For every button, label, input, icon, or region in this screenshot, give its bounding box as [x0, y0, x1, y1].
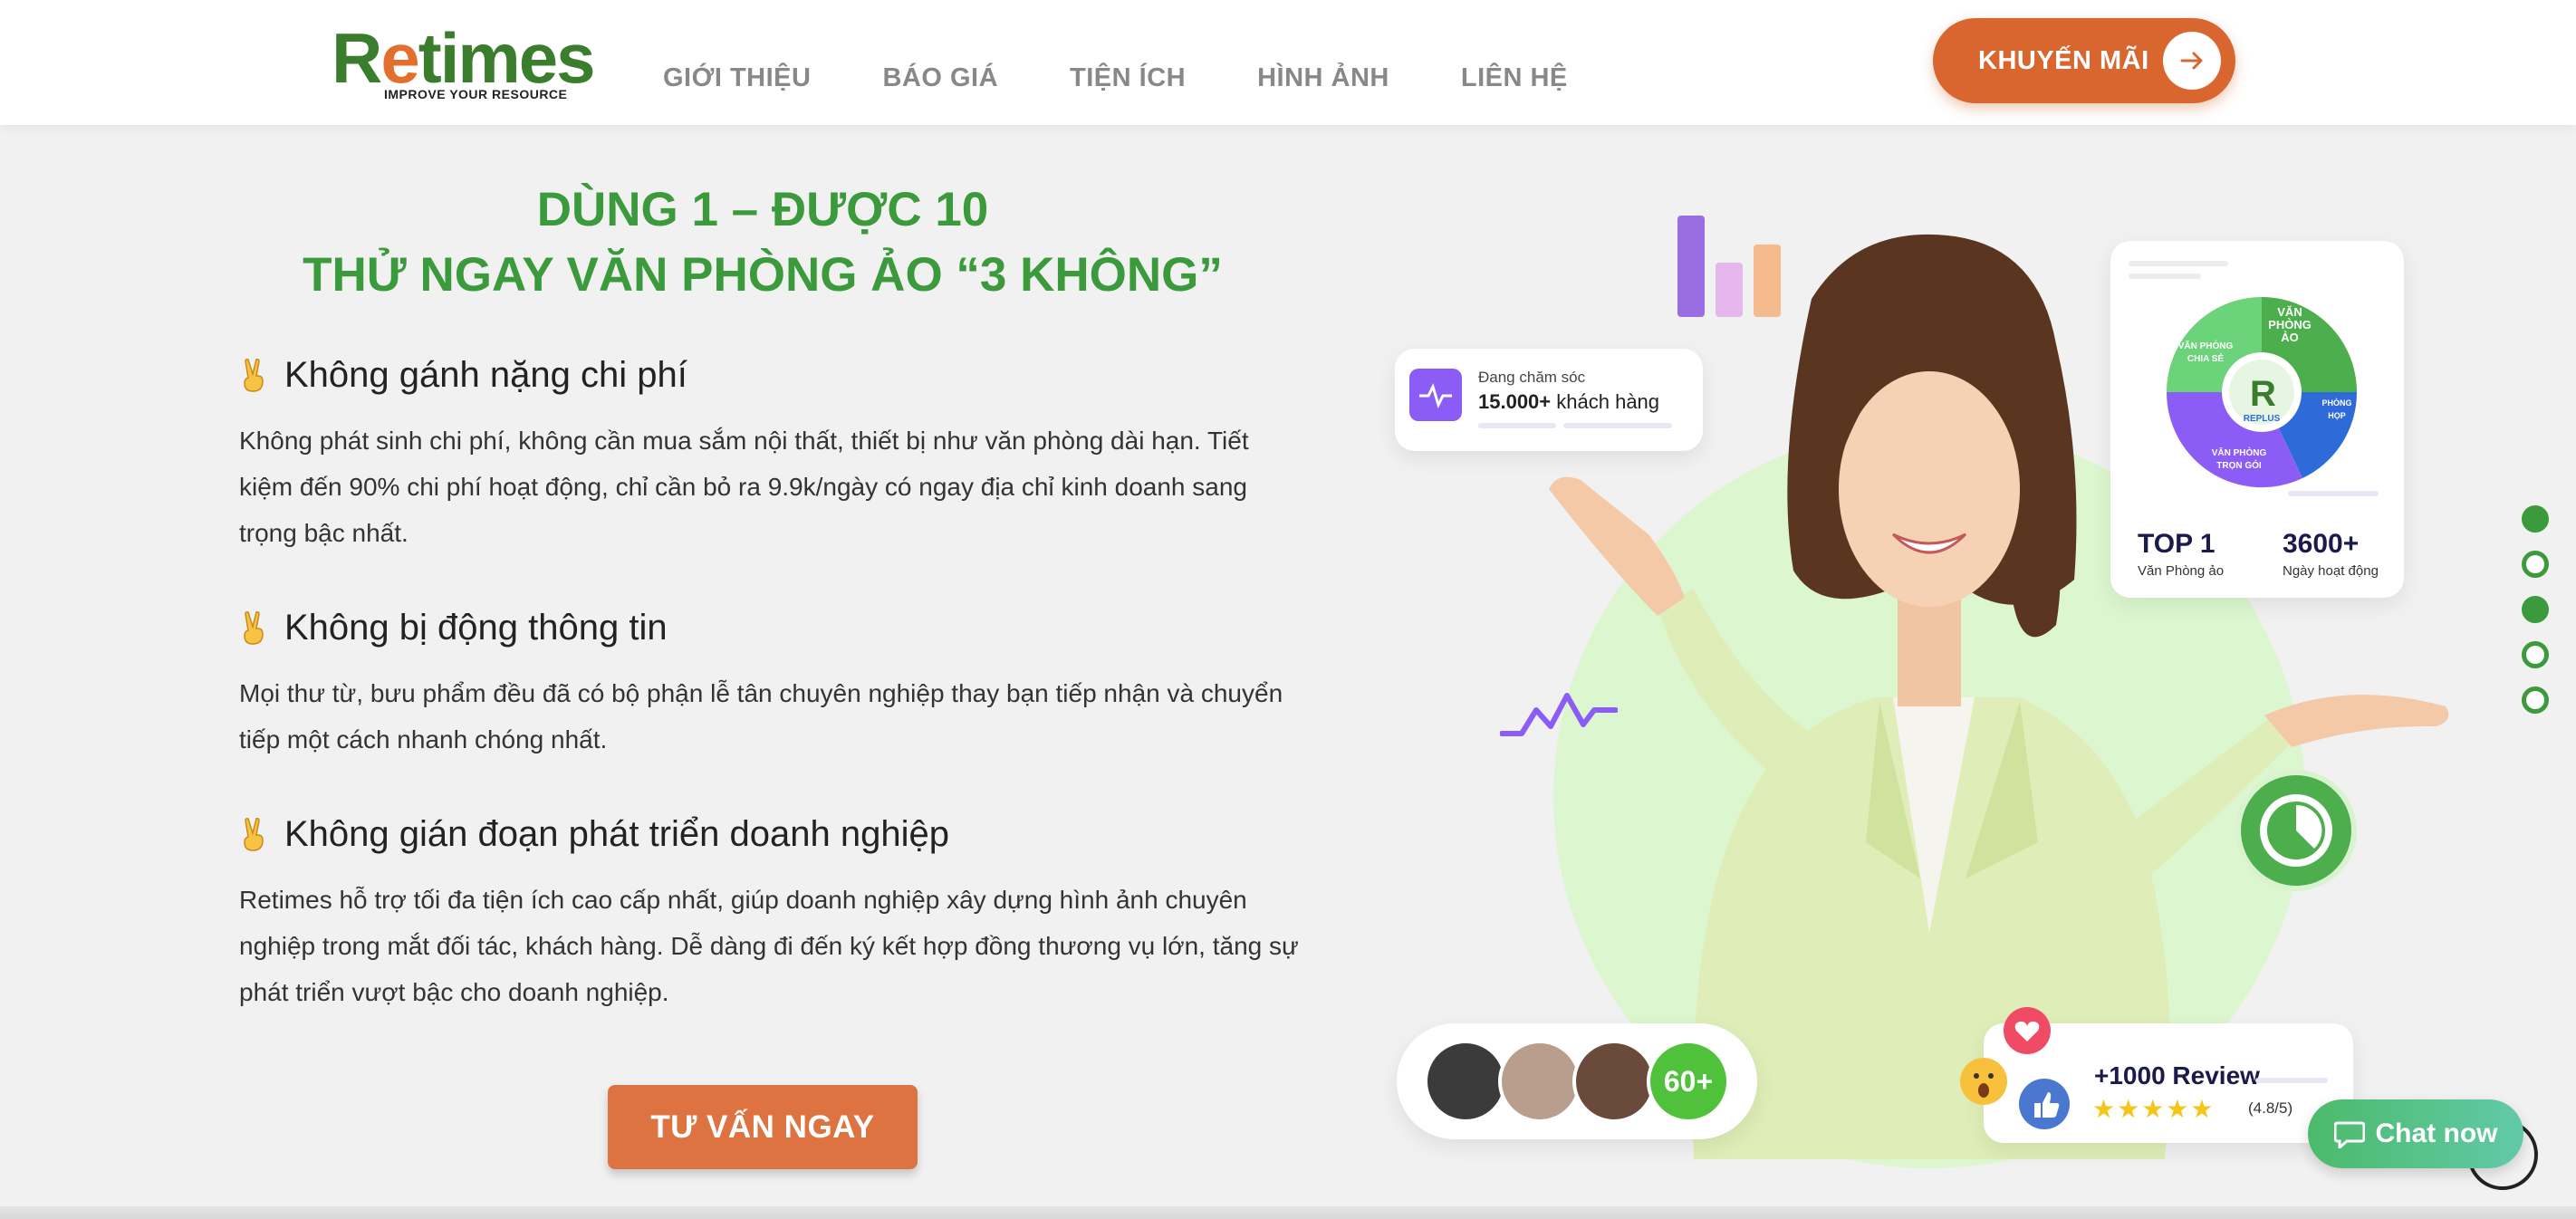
customer-care-card: Đang chăm sóc 15.000+ khách hàng [1395, 349, 1703, 451]
top1-value: TOP 1 [2138, 529, 2216, 559]
victory-hand-icon [244, 358, 264, 392]
section-pagination [2522, 505, 2549, 714]
victory-hand-icon [244, 817, 264, 851]
thumbs-up-icon [2019, 1079, 2070, 1129]
chat-bubble-icon [2333, 1121, 2365, 1148]
feature-title-text: Không gánh nặng chi phí [284, 355, 687, 395]
svg-text:R: R [2250, 374, 2276, 414]
feature-body: Không phát sinh chi phí, không cần mua s… [239, 427, 1249, 547]
section-dot-3[interactable] [2522, 596, 2549, 623]
feature-title: Không gánh nặng chi phí [239, 355, 1299, 396]
section-dot-1[interactable] [2522, 505, 2549, 533]
section-dot-2[interactable] [2522, 551, 2549, 578]
chat-now-button[interactable]: Chat now [2308, 1099, 2523, 1168]
site-header: Retimes IMPROVE YOUR RESOURCE GIỚI THIỆU… [0, 0, 2576, 125]
placeholder-line [1563, 423, 1672, 428]
feature-title-text: Không bị động thông tin [284, 608, 668, 648]
pie-label-virtual-office: VĂN PHÒNG ẢO [2268, 305, 2312, 344]
nav-item-lien-he[interactable]: LIÊN HỆ [1461, 63, 1568, 93]
pie-label-package-office: VĂN PHÒNG TRỌN GÓI [2211, 448, 2267, 471]
review-title: +1000 Review [2094, 1061, 2260, 1089]
section-dot-4[interactable] [2522, 641, 2549, 668]
care-caption: Đang chăm sóc [1478, 369, 1586, 386]
rating-stars: ★★★★★ [2092, 1095, 2216, 1123]
promotion-button[interactable]: KHUYẾN MÃI [1933, 18, 2235, 103]
feature-title: Không bị động thông tin [239, 608, 1299, 648]
placeholder-line [2129, 261, 2228, 266]
feature-block: Không gián đoạn phát triển doanh nghiệp … [239, 814, 1299, 1015]
placeholder-line [1478, 423, 1556, 428]
avatar [1572, 1040, 1656, 1123]
headline-line-1: DÙNG 1 – ĐƯỢC 10 [536, 183, 989, 236]
victory-hand-icon [244, 610, 264, 645]
nav-item-hinh-anh[interactable]: HÌNH ẢNH [1257, 63, 1389, 93]
days-caption: Ngày hoạt động [2283, 563, 2379, 579]
feature-body: Retimes hỗ trợ tối đa tiện ích cao cấp n… [239, 886, 1299, 1006]
avatars-count-badge: 60+ [1647, 1040, 1730, 1123]
heart-icon [2004, 1007, 2051, 1054]
review-score: (4.8/5) [2248, 1099, 2293, 1117]
clock-icon [2235, 770, 2357, 891]
main-nav: GIỚI THIỆU BÁO GIÁ TIỆN ÍCH HÌNH ẢNH LIÊ… [663, 63, 1568, 93]
promotion-label: KHUYẾN MÃI [1978, 45, 2149, 75]
hero-illustration: Đang chăm sóc 15.000+ khách hàng R VĂN P… [1386, 190, 2455, 1219]
nav-item-bao-gia[interactable]: BÁO GIÁ [882, 63, 998, 93]
arrow-right-icon [2163, 32, 2221, 90]
chat-label: Chat now [2375, 1118, 2498, 1148]
logo-wordmark: Retimes [332, 18, 595, 98]
avatar [1424, 1040, 1507, 1123]
page-headline: DÙNG 1 – ĐƯỢC 10 THỬ NGAY VĂN PHÒNG ẢO “… [226, 178, 1299, 308]
feature-title: Không gián đoạn phát triển doanh nghiệp [239, 814, 1299, 855]
feature-body: Mọi thư từ, bưu phẩm đều đã có bộ phận l… [239, 679, 1283, 753]
feature-title-text: Không gián đoạn phát triển doanh nghiệp [284, 814, 949, 854]
page-bottom-edge [0, 1206, 2576, 1219]
headline-line-2: THỬ NGAY VĂN PHÒNG ẢO “3 KHÔNG” [303, 248, 1223, 302]
logo-tagline: IMPROVE YOUR RESOURCE [384, 87, 568, 101]
section-dot-5[interactable] [2522, 686, 2549, 714]
avatar [1498, 1040, 1581, 1123]
heartbeat-icon [1409, 369, 1462, 421]
care-count: 15.000+ khách hàng [1478, 390, 1660, 413]
feature-block: Không bị động thông tin Mọi thư từ, bưu … [239, 608, 1299, 763]
placeholder-line [2129, 274, 2201, 279]
feature-block: Không gánh nặng chi phí Không phát sinh … [239, 355, 1299, 556]
nav-item-gioi-thieu[interactable]: GIỚI THIỆU [663, 63, 811, 93]
surprised-emoji-icon [1960, 1058, 2007, 1105]
days-value: 3600+ [2283, 529, 2360, 559]
pie-label-shared-office: VĂN PHÒNG CHIA SẺ [2177, 341, 2234, 364]
nav-item-tien-ich[interactable]: TIỆN ÍCH [1070, 63, 1186, 93]
placeholder-line [2288, 491, 2379, 496]
placeholder-line [2255, 1078, 2328, 1083]
retimes-logo[interactable]: Retimes IMPROVE YOUR RESOURCE [332, 18, 595, 107]
stats-card: R VĂN PHÒNG ẢO VĂN PHÒNG CHIA SẺ PHÒNG H… [2110, 241, 2404, 598]
top1-caption: Văn Phòng ảo [2138, 563, 2225, 579]
pie-center-label: REPLUS [2243, 414, 2281, 424]
customer-avatars-card: 60+ [1397, 1023, 1757, 1139]
pie-label-meeting-room: PHÒNG HỌP [2321, 398, 2352, 420]
consult-now-button[interactable]: TƯ VẤN NGAY [608, 1085, 918, 1169]
